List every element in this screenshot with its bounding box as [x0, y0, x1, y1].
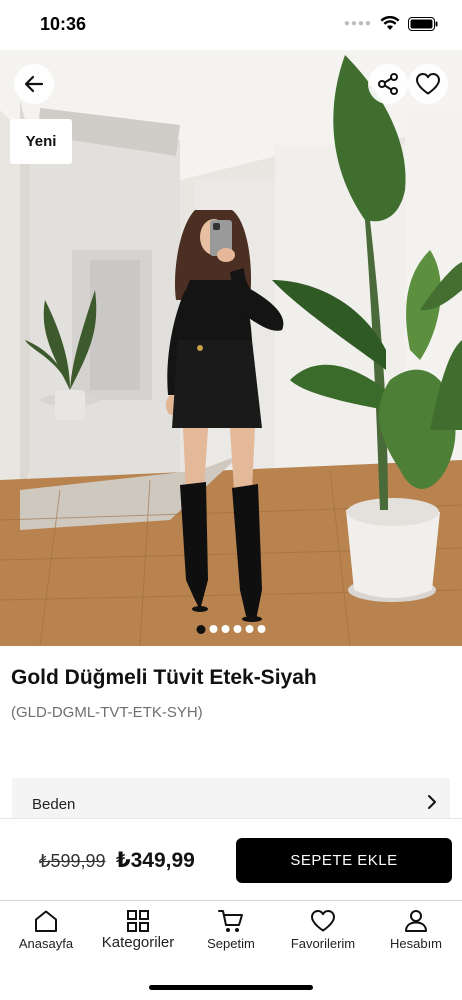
- tab-label: Anasayfa: [18, 936, 74, 951]
- purchase-bar: ₺599,99 ₺349,99 SEPETE EKLE: [0, 818, 462, 900]
- arrow-left-icon: [24, 75, 44, 93]
- tab-label: Favorilerim: [290, 936, 356, 951]
- product-info: Gold Düğmeli Tüvit Etek-Siyah (GLD-DGML-…: [0, 646, 462, 776]
- tab-anasayfa[interactable]: Anasayfa: [0, 909, 92, 951]
- old-price: ₺599,99: [39, 851, 106, 871]
- home-icon: [35, 910, 57, 932]
- new-badge: Yeni: [10, 119, 72, 164]
- tab-hesabim[interactable]: Hesabım: [370, 909, 462, 951]
- battery-icon: [408, 16, 438, 31]
- tab-kategoriler[interactable]: Kategoriler: [92, 909, 184, 951]
- cart-icon: [218, 910, 243, 932]
- carousel-dot[interactable]: [257, 625, 266, 633]
- tab-sepetim[interactable]: Sepetim: [185, 909, 277, 951]
- tab-label: Hesabım: [389, 936, 443, 951]
- status-bar: 10:36 ●●●●: [0, 0, 462, 50]
- carousel-dot[interactable]: [209, 625, 218, 633]
- back-button[interactable]: [14, 64, 54, 104]
- status-time: 10:36: [40, 14, 87, 34]
- status-icons: ●●●●: [344, 16, 438, 31]
- carousel-dot[interactable]: [233, 625, 242, 633]
- new-price: ₺349,99: [116, 849, 195, 872]
- size-label: Beden: [32, 796, 76, 813]
- heart-icon: [416, 73, 440, 95]
- chevron-right-icon: [428, 795, 436, 809]
- tab-label: Sepetim: [207, 936, 255, 951]
- carousel-indicator: [196, 625, 266, 634]
- grid-icon: [127, 910, 149, 932]
- tab-favorilerim[interactable]: Favorilerim: [277, 909, 369, 951]
- user-icon: [405, 910, 427, 932]
- wifi-icon: [380, 16, 400, 30]
- product-code: (GLD-DGML-TVT-ETK-SYH): [11, 704, 203, 721]
- carousel-dot[interactable]: [221, 625, 230, 633]
- favorite-button[interactable]: [408, 64, 448, 104]
- share-icon: [378, 73, 398, 95]
- product-image-carousel[interactable]: Yeni: [0, 50, 462, 646]
- product-title: Gold Düğmeli Tüvit Etek-Siyah: [11, 666, 317, 689]
- carousel-dot[interactable]: [196, 625, 206, 634]
- add-to-cart-button[interactable]: SEPETE EKLE: [236, 838, 452, 883]
- size-selector[interactable]: Beden: [12, 778, 450, 818]
- signal-dots-icon: ●●●●: [343, 18, 372, 29]
- tab-label: Kategoriler: [101, 934, 175, 951]
- heart-icon: [311, 910, 335, 932]
- carousel-dot[interactable]: [245, 625, 254, 633]
- home-indicator: [149, 985, 313, 990]
- share-button[interactable]: [368, 64, 408, 104]
